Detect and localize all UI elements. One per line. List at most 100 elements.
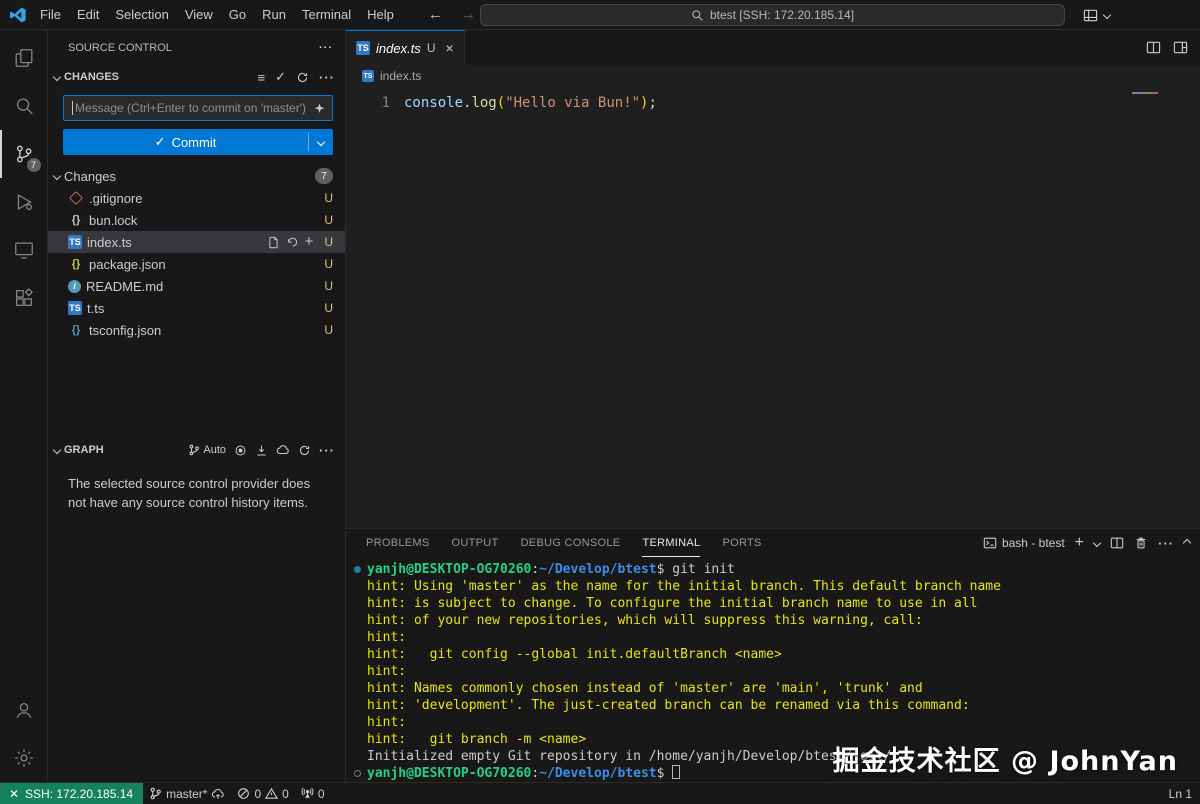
git-status-badge: U [324,279,333,293]
text-caret [72,101,73,115]
explorer-icon[interactable] [0,34,48,82]
open-file-icon[interactable] [267,236,280,249]
branch-indicator[interactable]: master* [143,783,231,804]
ports-indicator[interactable]: 0 [295,783,331,804]
graph-more-actions-icon[interactable]: ··· [319,443,335,458]
split-editor-icon[interactable] [1146,40,1161,55]
stage-changes-icon[interactable]: + [305,237,314,247]
panel-more-actions-icon[interactable]: ··· [1158,536,1174,551]
close-tab-icon[interactable]: × [445,40,453,56]
menu-go[interactable]: Go [221,4,254,25]
changes-section-header[interactable]: CHANGES ≡ ✓ ··· [48,65,345,89]
status-bar: SSH: 172.20.185.14 master* 0 0 0 Ln 1 [0,782,1200,804]
changes-root-row[interactable]: Changes 7 [48,165,345,187]
panel-tab-ports[interactable]: PORTS [722,529,761,557]
remote-explorer-icon[interactable] [0,226,48,274]
maximize-panel-icon[interactable] [1183,539,1191,547]
menu-view[interactable]: View [177,4,221,25]
menu-selection[interactable]: Selection [107,4,176,25]
watermark: 掘金技术社区 @ JohnYan [833,739,1178,778]
terminal-dropdown-icon[interactable] [1093,539,1101,547]
scm-badge: 7 [26,157,42,173]
menu-run[interactable]: Run [254,4,294,25]
title-bar: FileEditSelectionViewGoRunTerminalHelp ←… [0,0,1200,30]
file-row[interactable]: TSt.tsU [48,297,345,319]
menu-terminal[interactable]: Terminal [294,4,359,25]
changes-count-badge: 7 [315,168,333,184]
scm-more-actions-icon[interactable]: ··· [319,42,333,54]
section-collapse-icon [53,446,61,454]
panel-tab-output[interactable]: OUTPUT [452,529,499,557]
file-row[interactable]: .gitignoreU [48,187,345,209]
back-arrow-icon[interactable]: ← [428,6,443,23]
search-view-icon[interactable] [0,82,48,130]
terminal-line: hint: [354,714,1200,731]
new-terminal-icon[interactable]: + [1075,537,1084,549]
panel-tab-terminal[interactable]: TERMINAL [642,529,700,557]
file-name: README.md [86,279,163,294]
cloud-sync-icon[interactable] [276,443,290,457]
file-row[interactable]: TSindex.ts+U [48,231,345,253]
commit-check-icon[interactable]: ✓ [275,69,286,85]
fetch-icon[interactable] [255,444,268,457]
accounts-icon[interactable] [0,686,48,734]
commit-button[interactable]: ✓ Commit [63,129,333,155]
lockfile-icon: {} [68,213,84,227]
menu-bar: FileEditSelectionViewGoRunTerminalHelp [32,4,402,25]
extensions-icon[interactable] [0,274,48,322]
generate-commit-message-icon[interactable] [313,102,326,115]
menu-file[interactable]: File [32,4,69,25]
panel-tab-debug-console[interactable]: DEBUG CONSOLE [521,529,621,557]
file-row[interactable]: i README.md U [48,275,345,297]
run-debug-icon[interactable] [0,178,48,226]
discard-changes-icon[interactable] [286,236,299,249]
split-terminal-icon[interactable] [1110,536,1124,550]
menu-help[interactable]: Help [359,4,402,25]
terminal-line: hint: [354,629,1200,646]
editor-layout-icon[interactable] [1173,40,1188,55]
sidebar-title: SOURCE CONTROL [68,42,172,54]
refresh-graph-icon[interactable] [298,444,311,457]
file-row[interactable]: {}package.jsonU [48,253,345,275]
forward-arrow-icon[interactable]: → [461,6,476,23]
commit-message-input[interactable]: Message (Ctrl+Enter to commit on 'master… [63,95,333,121]
kill-terminal-icon[interactable] [1134,536,1148,550]
typescript-file-icon: TS [68,301,82,315]
cursor-position[interactable]: Ln 1 [1163,783,1200,804]
terminal-line: yanjh@DESKTOP-OG70260:~/Develop/btest$ g… [354,561,1200,578]
radio-tower-icon [301,787,314,800]
graph-auto-toggle[interactable]: Auto [188,444,226,456]
command-decoration-icon[interactable] [354,770,361,777]
source-control-icon[interactable]: 7 [0,130,48,178]
view-as-list-icon[interactable]: ≡ [258,70,266,85]
customize-layout-icon[interactable] [1083,8,1098,23]
layout-dropdown-icon[interactable] [1103,11,1111,19]
pick-refs-icon[interactable] [234,444,247,457]
breadcrumb[interactable]: TS index.ts [346,65,1200,87]
graph-empty-message: The selected source control provider doe… [48,462,345,512]
terminal-profile[interactable]: bash - btest [983,536,1065,550]
settings-gear-icon[interactable] [0,734,48,782]
refresh-icon[interactable] [296,71,309,84]
git-status-badge: U [324,213,333,227]
problems-indicator[interactable]: 0 0 [231,783,294,804]
tab-index-ts[interactable]: TS index.ts U × [346,30,465,65]
minimap[interactable] [1132,92,1158,94]
editor-content[interactable]: 1 console.log("Hello via Bun!"); [346,87,1200,528]
git-untracked-badge: U [427,41,436,55]
terminal-line: hint: Using 'master' as the name for the… [354,578,1200,595]
command-decoration-icon[interactable] [354,566,361,573]
publish-branch-icon[interactable] [211,787,225,801]
readme-info-icon: i [68,280,81,293]
changes-more-actions-icon[interactable]: ··· [319,70,335,85]
remote-indicator[interactable]: SSH: 172.20.185.14 [0,783,143,804]
typescript-file-icon: TS [356,41,370,55]
graph-section-header[interactable]: GRAPH Auto ··· [48,438,345,462]
command-center-search[interactable]: btest [SSH: 172.20.185.14] [480,4,1065,26]
menu-edit[interactable]: Edit [69,4,107,25]
file-row[interactable]: {}tsconfig.jsonU [48,319,345,341]
panel-tab-problems[interactable]: PROBLEMS [366,529,430,557]
terminal-line: hint: is subject to change. To configure… [354,595,1200,612]
file-row[interactable]: {}bun.lockU [48,209,345,231]
commit-dropdown-icon[interactable] [309,129,333,155]
